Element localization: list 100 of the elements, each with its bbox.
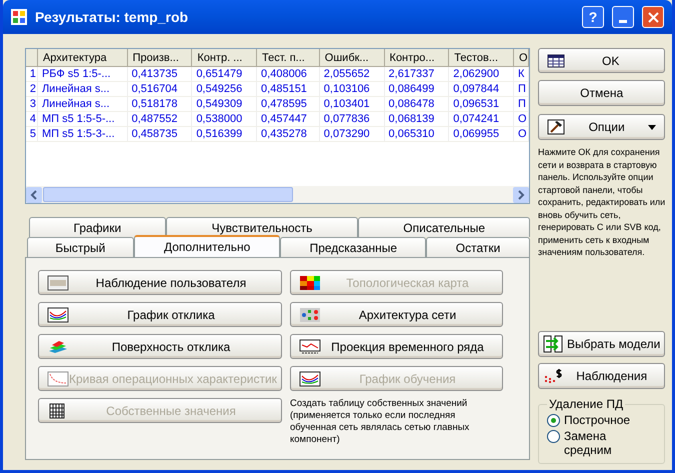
ok-button[interactable]: OK	[538, 48, 666, 73]
table-cell: 0,478595	[257, 97, 320, 111]
table-cell: 0,487552	[128, 112, 192, 126]
tab[interactable]: Описательные	[358, 217, 530, 237]
radio-button[interactable]	[547, 430, 560, 443]
table-cell: МП s5 1:5-5-...	[38, 112, 128, 126]
table-cell: 0,518178	[128, 97, 192, 111]
panel-button[interactable]: Поверхность отклика	[38, 334, 282, 359]
table-cell: 0,651479	[192, 67, 258, 81]
transfer-icon	[543, 335, 563, 353]
tab[interactable]: Остатки	[426, 237, 530, 257]
table-cell: О	[514, 112, 529, 126]
scroll-thumb[interactable]	[43, 187, 293, 202]
series-chart-icon	[299, 338, 321, 354]
scroll-left-icon[interactable]	[26, 186, 42, 202]
help-text: Нажмите ОК для сохранения сети и возврата в стартовую панель. Используйте опции стартовой панели, чтобы сохранить, редактировать или вновь обучить сеть, генерировать C или SVB код, применить сеть к входным значениям пользователя.	[538, 146, 666, 258]
table-cell: 0,549309	[192, 97, 258, 111]
minimize-icon	[619, 20, 627, 23]
table-cell: 0,096531	[449, 97, 514, 111]
row-number: 3	[26, 97, 38, 111]
row-number: 5	[26, 127, 38, 141]
table-cell: 2,062900	[449, 67, 514, 81]
panel-button[interactable]: Наблюдение пользователя	[38, 270, 282, 295]
curve-chart-icon	[47, 370, 69, 386]
table-cell: 0,086499	[384, 82, 450, 96]
column-header[interactable]: Произв...	[128, 49, 192, 67]
table-cell: 0,435278	[257, 127, 320, 141]
minimize-button[interactable]	[612, 6, 634, 28]
line-chart-icon	[47, 306, 69, 322]
close-button[interactable]	[642, 6, 664, 28]
table-cell: П	[514, 82, 529, 96]
line-chart-icon	[299, 370, 321, 386]
options-button[interactable]: Опции	[538, 114, 666, 140]
row-number: 2	[26, 82, 38, 96]
column-header[interactable]: Контро...	[384, 49, 450, 67]
dots-dollar-icon	[543, 368, 563, 384]
column-header[interactable]: О	[514, 49, 529, 67]
column-header[interactable]: Тест. п...	[257, 49, 320, 67]
hammer-icon	[547, 119, 565, 135]
table-cell: 0,538000	[192, 112, 258, 126]
tab[interactable]: Графики	[29, 217, 166, 237]
color-grid-icon	[299, 274, 321, 290]
table-cell: 0,408006	[257, 67, 320, 81]
column-header[interactable]: Архитектура	[38, 49, 128, 67]
radio-label: Замена средним	[564, 429, 613, 457]
description-text: Создать таблицу собственных значений (применяется только если последняя обученная сеть являлась сетью главных компонент)	[290, 398, 470, 446]
observations-button[interactable]: Наблюдения	[538, 363, 666, 389]
table-cell: П	[514, 97, 529, 111]
network-icon	[299, 306, 321, 322]
table-cell: Линейная s...	[38, 82, 128, 96]
table-cell: 0,413735	[128, 67, 192, 81]
table-cell: 0,077836	[320, 112, 385, 126]
tab[interactable]: Предсказанные	[280, 237, 426, 257]
row-header	[26, 49, 38, 67]
user-sign-icon	[47, 274, 69, 290]
table-cell: 0,485151	[257, 82, 320, 96]
column-header[interactable]: Тестов...	[449, 49, 514, 67]
panel-button[interactable]: График отклика	[38, 302, 282, 327]
panel-button[interactable]: Архитектура сети	[290, 302, 503, 327]
table-cell: РБФ s5 1:5-...	[38, 67, 128, 81]
select-models-button[interactable]: Выбрать модели	[538, 331, 666, 357]
column-header[interactable]: Контр. ...	[192, 49, 258, 67]
table-cell: 0,458735	[128, 127, 192, 141]
table-cell: 0,103106	[320, 82, 385, 96]
radio-label: Построчное	[564, 413, 632, 427]
table-cell: 0,103401	[320, 97, 385, 111]
table-cell: 0,086478	[384, 97, 450, 111]
table-cell: 0,549256	[192, 82, 258, 96]
table-cell: 0,074241	[449, 112, 514, 126]
dropdown-arrow-icon	[648, 124, 656, 130]
table-cell: К	[514, 67, 529, 81]
table-cell: 0,073290	[320, 127, 385, 141]
table-cell: О	[514, 127, 529, 141]
table-cell: 2,055652	[320, 67, 385, 81]
table-cell: 0,097844	[449, 82, 514, 96]
table-cell: 0,457447	[257, 112, 320, 126]
help-button[interactable]: ?	[582, 6, 604, 28]
scroll-right-icon[interactable]	[513, 186, 529, 202]
table-cell: 0,516399	[192, 127, 258, 141]
table-cell: 0,516704	[128, 82, 192, 96]
table-cell: 0,065310	[384, 127, 450, 141]
horizontal-scrollbar[interactable]	[26, 186, 529, 203]
panel-button[interactable]: Проекция временного ряда	[290, 334, 503, 359]
tab[interactable]: Дополнительно	[134, 235, 280, 257]
tab[interactable]: Быстрый	[27, 237, 134, 257]
row-number: 1	[26, 67, 38, 81]
window-title: Результаты: temp_rob	[35, 8, 190, 27]
column-header[interactable]: Ошибк...	[320, 49, 385, 67]
close-icon	[648, 12, 658, 22]
group-title: Удаление ПД	[548, 396, 624, 413]
app-icon	[11, 9, 27, 25]
table-cell: 2,617337	[384, 67, 450, 81]
cancel-button[interactable]: Отмена	[538, 80, 666, 106]
table-cell: 0,069955	[449, 127, 514, 141]
table-cell: 0,068139	[384, 112, 450, 126]
radio-button[interactable]	[547, 414, 560, 427]
row-number: 4	[26, 112, 38, 126]
table-cell: Линейная s...	[38, 97, 128, 111]
tab[interactable]: Чувствительность	[166, 217, 358, 237]
surface-icon	[47, 338, 69, 354]
